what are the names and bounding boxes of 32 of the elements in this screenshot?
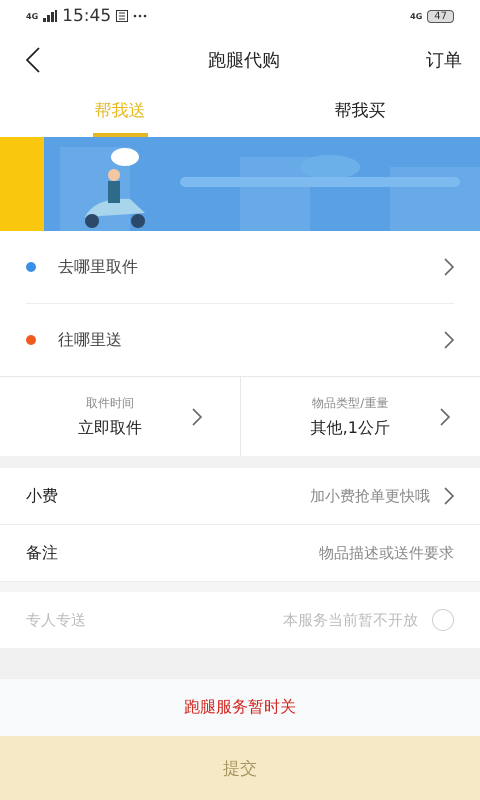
notification-icon xyxy=(116,10,128,22)
tip-selector[interactable]: 加小费抢单更快哦 xyxy=(310,486,454,506)
chevron-icon xyxy=(444,331,454,349)
option-label: 专人专送 xyxy=(26,610,86,630)
option-cell[interactable]: 取件时间 立即取件 xyxy=(0,377,240,456)
notice-text: 跑腿服务暂时关 xyxy=(184,697,296,718)
address-row[interactable]: 往哪里送 xyxy=(26,304,454,376)
tab[interactable]: 帮我买 xyxy=(332,88,388,137)
battery-level: 47 xyxy=(427,10,454,22)
availability-note: 本服务当前暂不开放 xyxy=(283,610,418,630)
chevron-icon xyxy=(444,258,454,276)
address-label: 往哪里送 xyxy=(58,330,123,350)
option-cell[interactable]: 物品类型/重量 其他,1公斤 xyxy=(240,377,480,456)
orders-link[interactable]: 订单 xyxy=(422,44,466,76)
signal-icon xyxy=(43,10,58,22)
network-label: 4G xyxy=(410,12,422,20)
clock-time: 15:45 xyxy=(62,6,112,26)
option-value: 其他,1公斤 xyxy=(310,418,390,438)
option-caption: 物品类型/重量 xyxy=(312,394,388,412)
page-title: 跑腿代购 xyxy=(208,49,280,72)
address-row[interactable]: 去哪里取件 xyxy=(26,231,454,304)
network-label: 4G xyxy=(26,12,38,20)
chevron-icon xyxy=(192,408,202,426)
chevron-icon xyxy=(444,487,454,505)
back-icon xyxy=(26,47,40,73)
more-icon xyxy=(133,14,148,18)
option-caption: 取件时间 xyxy=(86,394,134,412)
option-value: 立即取件 xyxy=(78,418,142,438)
address-label: 去哪里取件 xyxy=(58,256,139,278)
chevron-icon xyxy=(440,408,450,426)
field-label: 小费 xyxy=(26,486,58,506)
field-label: 备注 xyxy=(26,542,58,564)
